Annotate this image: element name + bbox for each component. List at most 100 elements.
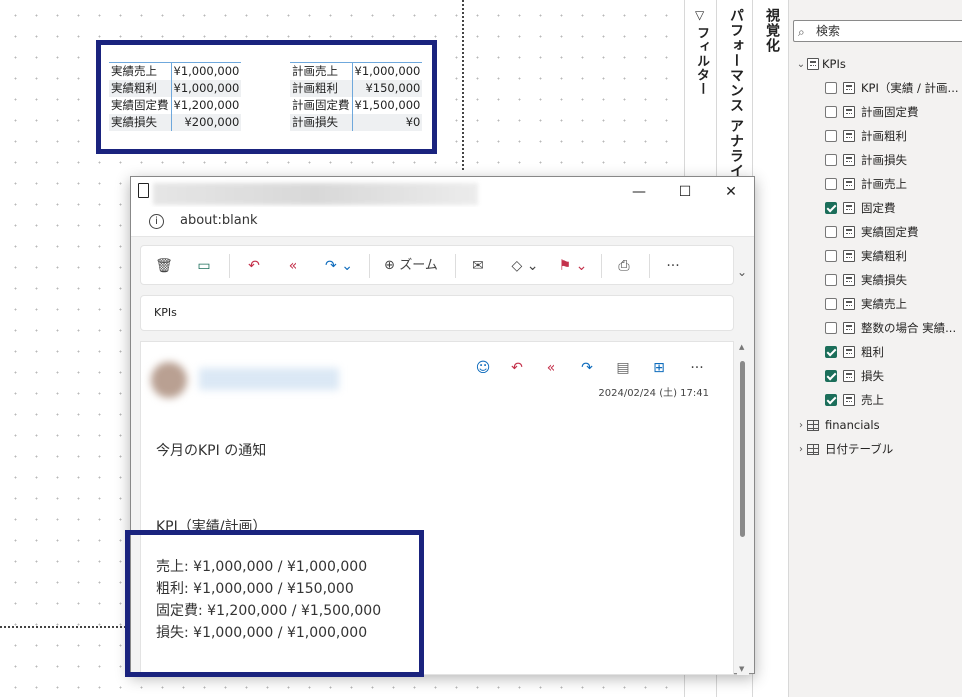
field-checkbox[interactable]	[825, 106, 837, 118]
flag-icon[interactable]: ⚑ ⌄	[555, 246, 591, 286]
field-item[interactable]: 計画粗利	[825, 125, 907, 147]
field-item[interactable]: KPI（実績 / 計画...	[825, 77, 959, 99]
table-row: 計画損失 ¥0	[290, 114, 423, 131]
field-item[interactable]: 売上	[825, 389, 884, 411]
field-checkbox[interactable]	[825, 298, 837, 310]
field-item[interactable]: 計画損失	[825, 149, 907, 171]
field-item[interactable]: 実績売上	[825, 293, 907, 315]
tag-icon[interactable]: ◇ ⌄	[507, 246, 543, 286]
reply-icon[interactable]: ↶	[243, 246, 265, 286]
maximize-icon[interactable]: ☐	[675, 182, 695, 202]
field-item[interactable]: 実績損失	[825, 269, 907, 291]
table-date[interactable]: › 日付テーブル	[795, 438, 893, 460]
field-label: 売上	[861, 393, 884, 407]
zoom-icon: ⊕	[384, 258, 396, 273]
reply-all-icon[interactable]: «	[281, 246, 305, 286]
field-checkbox[interactable]	[825, 178, 837, 190]
table-row: 実績損失 ¥200,000	[109, 114, 242, 131]
measure-icon	[843, 178, 855, 190]
mail-date: 2024/02/24 (土) 17:41	[598, 388, 709, 399]
canvas-boundary-vertical	[462, 0, 464, 170]
field-checkbox[interactable]	[825, 274, 837, 286]
table-icon	[807, 419, 819, 431]
zoom-button[interactable]: ⊕ ズーム	[381, 246, 441, 286]
visualizations-title: 視覚化	[764, 8, 780, 53]
plan-kpi-table: 計画売上 ¥1,000,000 計画粗利 ¥150,000 計画固定費 ¥1,500,…	[290, 62, 423, 131]
table-row: 実績売上 ¥1,000,000	[109, 62, 242, 80]
field-item[interactable]: 固定費	[825, 197, 896, 219]
field-checkbox[interactable]	[825, 130, 837, 142]
more-icon[interactable]: ···	[687, 358, 707, 378]
forward-icon[interactable]: ↷ ⌄	[321, 246, 357, 286]
archive-icon[interactable]: ▭	[193, 246, 215, 286]
visualizations-pane-collapsed[interactable]: 視覚化	[752, 0, 788, 697]
field-item[interactable]: 整数の場合 実績...	[825, 317, 956, 339]
field-checkbox[interactable]	[825, 202, 837, 214]
more-options-button[interactable]: ···	[661, 246, 685, 286]
measure-icon	[843, 154, 855, 166]
field-label: 実績固定費	[861, 225, 919, 239]
search-icon: ⌕	[798, 25, 805, 39]
kpi-table-visual[interactable]: 実績売上 ¥1,000,000 実績粗利 ¥1,000,000 実績固定費 ¥1,20…	[96, 40, 437, 154]
field-checkbox[interactable]	[825, 322, 837, 334]
mail-toolbar: 🗑 ▭ ↶ « ↷ ⌄ ⊕ ズーム ✉ ◇ ⌄ ⚑ ⌄ ⎙ ···	[140, 245, 734, 285]
chevron-right-icon[interactable]: ›	[795, 420, 807, 431]
table-row: 計画固定費 ¥1,500,000	[290, 97, 421, 114]
toolbar-separator	[601, 254, 602, 278]
toolbar-separator	[455, 254, 456, 278]
minimize-icon[interactable]: —	[629, 182, 649, 202]
data-pane: ⌕ 検索 ⌄ KPIs KPI（実績 / 計画... 計画固定費計画粗利計画損失計…	[788, 0, 962, 697]
emoji-icon[interactable]: ☺	[473, 358, 493, 378]
field-item[interactable]: 損失	[825, 365, 884, 387]
addin-icon[interactable]: ▤	[613, 358, 633, 378]
chevron-right-icon[interactable]: ›	[795, 444, 807, 455]
apps-icon[interactable]: ⊞	[649, 358, 669, 378]
mail-scrollbar[interactable]: ▲ ▼	[737, 341, 749, 675]
measure-icon	[843, 346, 855, 358]
data-search-input[interactable]: ⌕ 検索	[793, 20, 962, 42]
performance-analyzer-title: パフォーマンス アナライザ	[728, 8, 744, 194]
field-checkbox[interactable]	[825, 370, 837, 382]
scroll-thumb[interactable]	[740, 361, 745, 537]
mark-read-icon[interactable]: ✉	[467, 246, 489, 286]
toolbar-expand-icon[interactable]: ⌄	[737, 265, 747, 279]
measure-icon	[843, 370, 855, 382]
table-financials[interactable]: › financials	[795, 414, 880, 436]
field-item[interactable]: 実績固定費	[825, 221, 919, 243]
field-label: 固定費	[861, 201, 896, 215]
page-icon	[138, 183, 149, 198]
table-kpis[interactable]: ⌄ KPIs	[795, 53, 846, 75]
field-checkbox[interactable]	[825, 226, 837, 238]
print-icon[interactable]: ⎙	[613, 246, 635, 286]
scroll-up-icon[interactable]: ▲	[739, 343, 744, 351]
field-label: 整数の場合 実績...	[861, 321, 957, 335]
info-icon[interactable]: i	[149, 214, 164, 229]
table-row: 実績固定費 ¥1,200,000	[109, 97, 240, 114]
table-row: 計画粗利 ¥150,000	[290, 80, 423, 97]
measure-icon	[843, 274, 855, 286]
table-row: 計画売上 ¥1,000,000	[290, 62, 423, 80]
screen: 実績売上 ¥1,000,000 実績粗利 ¥1,000,000 実績固定費 ¥1,20…	[0, 0, 962, 697]
close-icon[interactable]: ✕	[721, 182, 741, 202]
scroll-down-icon[interactable]: ▼	[739, 665, 744, 673]
field-item[interactable]: 計画固定費	[825, 101, 919, 123]
field-item[interactable]: 粗利	[825, 341, 884, 363]
field-item[interactable]: 実績粗利	[825, 245, 907, 267]
field-item[interactable]: 計画売上	[825, 173, 907, 195]
delete-icon[interactable]: 🗑	[153, 246, 175, 286]
toolbar-separator	[649, 254, 650, 278]
chevron-down-icon[interactable]: ⌄	[795, 59, 807, 70]
field-checkbox[interactable]	[825, 154, 837, 166]
field-checkbox[interactable]	[825, 394, 837, 406]
reply-all-icon[interactable]: «	[541, 358, 561, 378]
window-titlebar: — ☐ ✕	[131, 177, 754, 207]
field-label: 損失	[861, 369, 884, 383]
forward-icon[interactable]: ↷	[577, 358, 597, 378]
field-label: 計画粗利	[861, 129, 907, 143]
field-checkbox[interactable]	[825, 346, 837, 358]
field-checkbox[interactable]	[825, 250, 837, 262]
address-bar: i about:blank	[131, 207, 754, 237]
field-checkbox[interactable]	[825, 82, 837, 94]
canvas-boundary-horizontal	[0, 626, 130, 628]
reply-icon[interactable]: ↶	[507, 358, 527, 378]
